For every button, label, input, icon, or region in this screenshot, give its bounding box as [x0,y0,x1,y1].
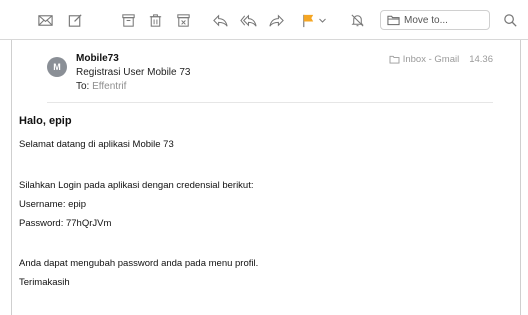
message-subject: Registrasi User Mobile 73 [76,67,191,78]
note-text: Anda dapat mengubah password anda pada m… [19,258,259,269]
mute-bell-icon[interactable] [347,11,367,29]
window-border-left [11,40,12,315]
toolbar: Move to... [0,0,528,40]
envelope-icon[interactable] [35,11,55,29]
instruction-text: Silahkan Login pada aplikasi dengan cred… [19,180,254,191]
search-icon[interactable] [500,11,520,29]
sender-name[interactable]: Mobile73 [76,53,119,64]
folder-icon [387,15,400,26]
chevron-down-icon[interactable] [316,11,328,29]
flag-icon[interactable] [298,11,318,29]
archive-icon[interactable] [118,11,138,29]
greeting-heading: Halo, epip [19,115,72,127]
mailbox-folder-icon [389,55,400,64]
move-to-label: Move to... [404,14,448,26]
message-time: 14.36 [469,54,493,65]
closing-text: Terimakasih [19,277,70,288]
to-label: To: [76,81,90,92]
message-meta: Inbox - Gmail 14.36 [389,54,493,65]
avatar: M [47,57,67,77]
move-to-button[interactable]: Move to... [380,10,490,30]
forward-icon[interactable] [266,11,286,29]
junk-icon[interactable] [173,11,193,29]
username-text: Username: epip [19,199,87,210]
mailbox-label: Inbox - Gmail [402,54,460,65]
reply-icon[interactable] [210,11,230,29]
recipient-name[interactable]: Effentrif [92,81,126,92]
header-divider [47,102,493,103]
recipient-line: To: Effentrif [76,81,126,92]
window-border-right [520,40,521,315]
compose-icon[interactable] [65,11,85,29]
trash-icon[interactable] [145,11,165,29]
mail-window: Move to... M Mobile73 Registrasi User Mo… [0,0,528,315]
reply-all-icon[interactable] [238,11,258,29]
password-text: Password: 77hQrJVm [19,218,112,229]
welcome-text: Selamat datang di aplikasi Mobile 73 [19,139,174,150]
